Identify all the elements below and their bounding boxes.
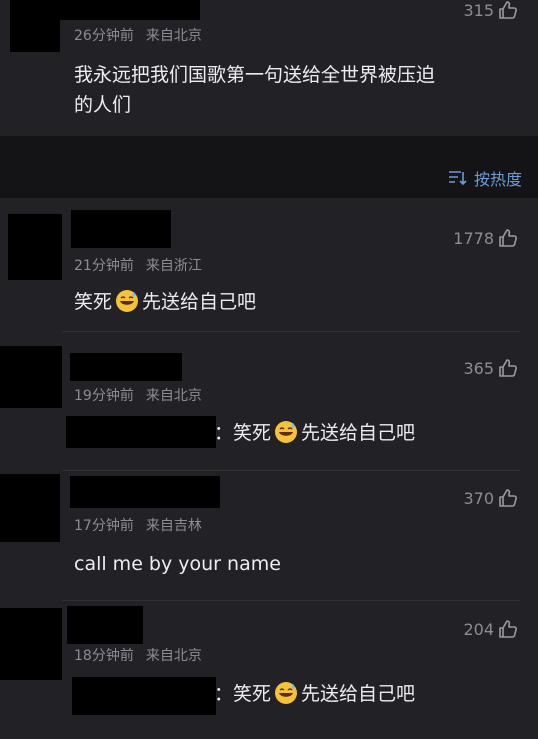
comment-text: call me by your name: [74, 553, 281, 575]
comment-time: 21分钟前: [74, 258, 134, 274]
comment-time: 18分钟前: [74, 648, 134, 664]
divider: [62, 470, 520, 471]
avatar[interactable]: [0, 474, 60, 542]
thumbs-up-icon: [499, 1, 517, 19]
comment-text-part: 先送给自己吧: [301, 683, 416, 705]
comment-location: 来自吉林: [145, 518, 202, 534]
grinning-sweat-emoji: [116, 290, 139, 312]
comment-location: 来自浙江: [145, 258, 202, 274]
comment-location: 来自北京: [145, 388, 202, 404]
comment-text-part: 笑死: [233, 683, 272, 705]
comment-meta: 18分钟前 来自北京: [74, 645, 202, 665]
reply-separator: ：: [214, 683, 234, 705]
like-count: 204: [463, 619, 494, 639]
comment-time: 26分钟前: [74, 28, 134, 44]
comment-text-part: 笑死: [233, 422, 272, 444]
username-redacted[interactable]: [60, 0, 200, 20]
like-count: 1778: [453, 228, 494, 248]
like-button[interactable]: 204: [463, 619, 518, 639]
grinning-sweat-emoji: [275, 421, 298, 443]
like-count: 315: [463, 0, 494, 20]
like-button[interactable]: 315: [463, 0, 518, 20]
reply-text: ：笑死 先送给自己吧: [214, 418, 415, 448]
avatar[interactable]: [0, 608, 62, 680]
comment-meta: 26分钟前 来自北京: [74, 25, 202, 45]
comment-location: 来自北京: [145, 648, 202, 664]
comment-time: 17分钟前: [74, 518, 134, 534]
top-comment-card: 26分钟前 来自北京 315 我永远把我们国歌第一句送给全世界被压迫 的人们: [0, 0, 538, 136]
thumbs-up-icon: [499, 620, 517, 638]
avatar[interactable]: [10, 0, 60, 52]
comment-text: 笑死 先送给自己吧: [74, 287, 256, 317]
reply-separator: ：: [214, 422, 234, 444]
username-redacted[interactable]: [71, 210, 171, 248]
comments-list: 1778 21分钟前 来自浙江 笑死 先送给自己吧 365 19分钟前 来自北京 ：笑…: [0, 198, 538, 739]
thumbs-up-icon: [499, 489, 517, 507]
grinning-sweat-emoji: [275, 682, 298, 704]
divider: [62, 600, 520, 601]
like-count: 365: [463, 358, 494, 378]
comment-time: 19分钟前: [74, 388, 134, 404]
comment-text-line: 我永远把我们国歌第一句送给全世界被压迫: [74, 64, 436, 86]
reply-to-username-redacted[interactable]: [72, 677, 216, 715]
comment-location: 来自北京: [145, 28, 202, 44]
reply-to-username-redacted[interactable]: [66, 416, 216, 448]
username-redacted[interactable]: [70, 353, 182, 381]
comment-text-line: 的人们: [74, 94, 132, 116]
sort-by-popularity-button[interactable]: 按热度: [448, 166, 522, 190]
like-button[interactable]: 370: [463, 488, 518, 508]
comment-meta: 21分钟前 来自浙江: [74, 255, 202, 275]
thumbs-up-icon: [499, 359, 517, 377]
username-redacted[interactable]: [67, 606, 143, 644]
avatar[interactable]: [8, 214, 62, 280]
sort-icon: [448, 171, 467, 186]
like-button[interactable]: 1778: [453, 228, 518, 248]
reply-text: ：笑死 先送给自己吧: [214, 679, 415, 709]
like-button[interactable]: 365: [463, 358, 518, 378]
comment-meta: 17分钟前 来自吉林: [74, 515, 202, 535]
comment-text-part: 先送给自己吧: [301, 422, 416, 444]
divider: [62, 331, 520, 332]
avatar[interactable]: [0, 346, 62, 408]
sort-label: 按热度: [473, 170, 522, 189]
comment-text-part: 笑死: [74, 291, 113, 313]
like-count: 370: [463, 488, 494, 508]
comment-meta: 19分钟前 来自北京: [74, 385, 202, 405]
thumbs-up-icon: [499, 229, 517, 247]
comment-text: 我永远把我们国歌第一句送给全世界被压迫 的人们: [74, 60, 435, 120]
comment-text-part: 先送给自己吧: [142, 291, 257, 313]
username-redacted[interactable]: [70, 476, 220, 508]
